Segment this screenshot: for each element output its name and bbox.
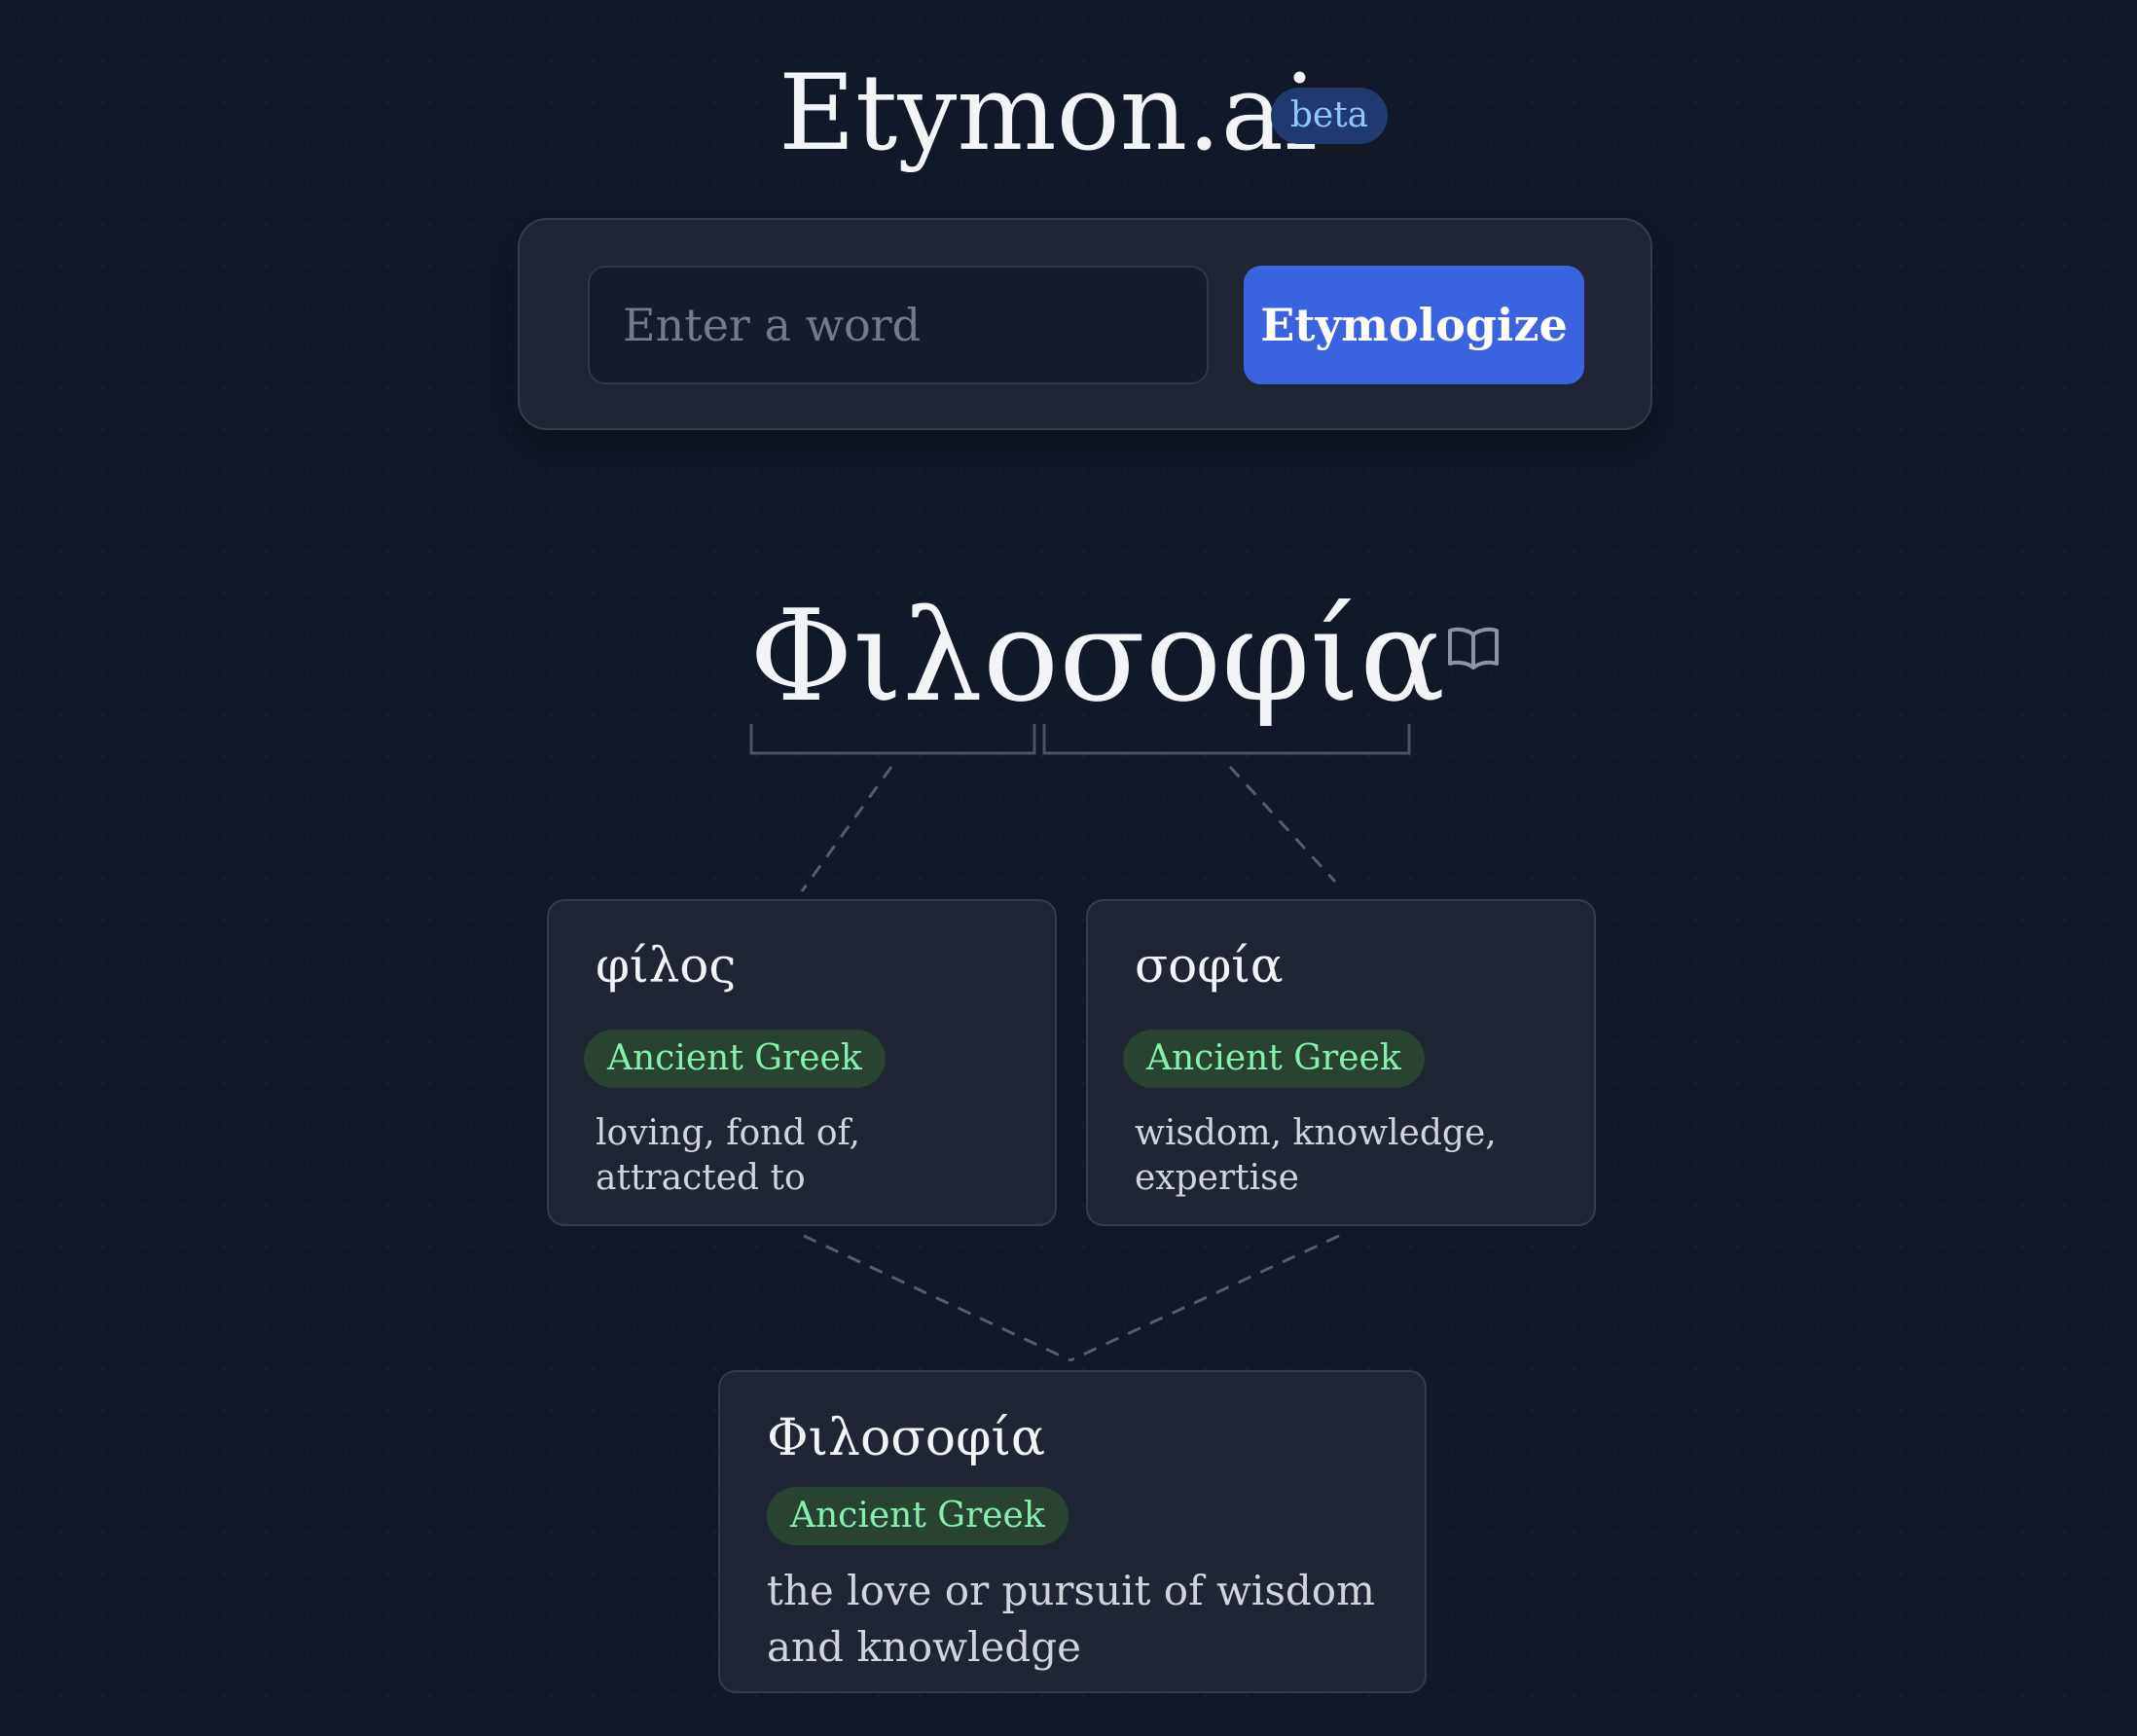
connector-philos [800, 766, 893, 892]
beta-badge: beta [1271, 88, 1388, 144]
headword-title: Φιλοσοφία [749, 582, 1445, 730]
result-word: Φιλοσοφία [767, 1409, 1045, 1467]
etymologize-button[interactable]: Etymologize [1244, 266, 1584, 384]
word-search-input[interactable] [588, 266, 1209, 384]
language-badge: Ancient Greek [767, 1487, 1068, 1545]
connector-philos-result [803, 1234, 1071, 1362]
language-badge: Ancient Greek [584, 1030, 886, 1088]
component-card-sophia[interactable]: σοφία Ancient Greek wisdom, knowledge, e… [1086, 899, 1596, 1226]
result-definition: the love or pursuit of wisdom and knowle… [767, 1567, 1375, 1671]
component-definition: wisdom, knowledge, expertise [1135, 1113, 1497, 1198]
connector-sophia-result [1069, 1234, 1340, 1362]
result-card[interactable]: Φιλοσοφία Ancient Greek the love or purs… [718, 1370, 1427, 1693]
app-title: Etymon.ai [779, 53, 1318, 174]
component-word: φίλος [596, 937, 737, 994]
component-word: σοφία [1135, 937, 1284, 994]
component-card-philos[interactable]: φίλος Ancient Greek loving, fond of, att… [547, 899, 1057, 1226]
component-definition: loving, fond of, attracted to [596, 1113, 860, 1198]
language-badge: Ancient Greek [1123, 1030, 1425, 1088]
connector-sophia [1228, 765, 1337, 884]
book-icon[interactable] [1446, 623, 1501, 673]
